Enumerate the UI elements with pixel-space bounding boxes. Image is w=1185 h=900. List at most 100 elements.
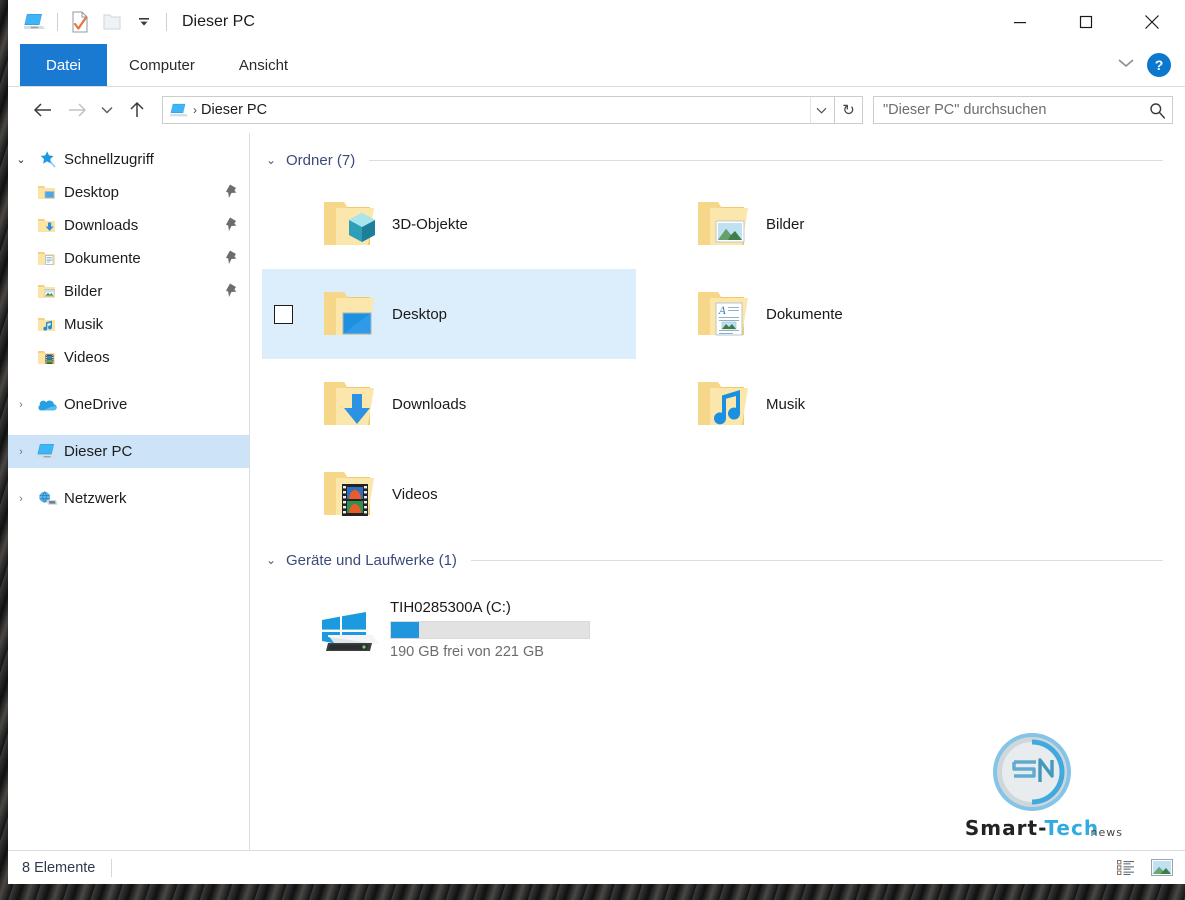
file-label: Musik [766, 395, 806, 413]
file-tile-musik[interactable]: Musik [636, 359, 1010, 449]
file-tile-videos[interactable]: Videos [262, 449, 636, 539]
file-explorer-window: Dieser PC Datei Computer Ansicht ? › Die… [8, 0, 1185, 884]
window-controls [987, 0, 1185, 44]
sidebar-item-downloads[interactable]: Downloads [8, 209, 249, 242]
sidebar-item-musik[interactable]: Musik [8, 308, 249, 341]
file-tile-desktop[interactable]: Desktop [262, 269, 636, 359]
file-tile-bilder[interactable]: Bilder [636, 179, 1010, 269]
chevron-down-icon[interactable]: ⌄ [8, 153, 34, 166]
sidebar-item-label: OneDrive [64, 396, 128, 413]
sidebar-item-videos[interactable]: Videos [8, 341, 249, 374]
chevron-down-icon[interactable]: ⌄ [264, 553, 278, 567]
new-folder-icon[interactable] [97, 7, 127, 37]
pin-icon[interactable] [225, 216, 239, 236]
search-box[interactable] [873, 96, 1173, 124]
quick-access-toolbar [20, 7, 172, 37]
sidebar-item-bilder[interactable]: Bilder [8, 275, 249, 308]
address-path-box[interactable]: › Dieser PC [162, 96, 835, 124]
breadcrumb-label[interactable]: Dieser PC [201, 102, 267, 118]
recent-locations-button[interactable] [94, 93, 120, 127]
chevron-right-icon[interactable]: › [8, 446, 34, 458]
window-title: Dieser PC [182, 13, 255, 30]
path-dropdown-button[interactable] [810, 97, 832, 123]
sidebar-item-schnellzugriff[interactable]: ⌄ Schnellzugriff [8, 143, 249, 176]
forward-button[interactable] [60, 93, 94, 127]
folder-pictures-icon [678, 196, 764, 252]
sidebar-item-netzwerk[interactable]: › Netzwerk [8, 482, 249, 515]
brand-part1: Smart- [964, 816, 1045, 840]
sidebar-item-label: Musik [64, 316, 104, 333]
sidebar-item-desktop[interactable]: Desktop [8, 176, 249, 209]
star-pin-icon [34, 150, 60, 169]
svg-text:A: A [718, 306, 726, 317]
sidebar-item-label: Downloads [64, 217, 139, 234]
drive-usage-bar [390, 620, 590, 639]
chevron-right-icon[interactable]: › [8, 493, 34, 505]
address-bar: › Dieser PC ↻ [8, 87, 1185, 133]
qat-title-separator [166, 13, 167, 31]
file-list-pane[interactable]: ⌄ Ordner (7) 3D-Objekte Bilder Desktop A… [250, 133, 1185, 850]
file-label: 3D-Objekte [392, 215, 468, 233]
large-icons-view-icon[interactable] [1149, 856, 1175, 880]
tab-computer[interactable]: Computer [107, 44, 217, 86]
view-mode-buttons [1113, 856, 1175, 880]
chevron-right-icon[interactable]: › [8, 399, 34, 411]
qat-separator [57, 13, 58, 31]
folder-downloads-icon [304, 376, 390, 432]
this-pc-icon[interactable] [20, 7, 50, 37]
pin-icon[interactable] [225, 183, 239, 203]
properties-icon[interactable] [65, 7, 95, 37]
sidebar-item-label: Dokumente [64, 250, 141, 267]
sidebar-item-dieser-pc[interactable]: › Dieser PC [8, 435, 249, 468]
folder-documents-icon [34, 250, 60, 267]
folder-music-icon [34, 316, 60, 333]
file-label: Videos [392, 485, 438, 503]
refresh-button[interactable]: ↻ [835, 96, 863, 124]
folder-videos-icon [304, 466, 390, 522]
drive-info: TIH0285300A (C:) 190 GB frei von 221 GB [390, 599, 590, 660]
windows-drive-icon [304, 599, 390, 659]
group-header-ordner[interactable]: ⌄ Ordner (7) [262, 147, 1185, 173]
tab-ansicht[interactable]: Ansicht [217, 44, 310, 86]
ribbon-right-controls: ? [1117, 44, 1185, 86]
watermark-logo: Smart-Tech news [937, 730, 1127, 840]
close-button[interactable] [1119, 0, 1185, 44]
file-tile-dokumente[interactable]: A Dokumente [636, 269, 1010, 359]
sidebar-item-onedrive[interactable]: › OneDrive [8, 388, 249, 421]
file-tile-3d-objekte[interactable]: 3D-Objekte [262, 179, 636, 269]
drive-tile-c[interactable]: TIH0285300A (C:) 190 GB frei von 221 GB [262, 583, 662, 675]
this-pc-icon [34, 443, 60, 460]
file-tile-downloads[interactable]: Downloads [262, 359, 636, 449]
network-icon [34, 490, 60, 508]
group-rule [369, 159, 1163, 161]
group-rule [470, 559, 1163, 561]
drive-usage-fill [391, 621, 419, 638]
sidebar-item-label: Schnellzugriff [64, 151, 154, 168]
this-pc-icon [170, 103, 189, 118]
minimize-button[interactable] [987, 0, 1053, 44]
pin-icon[interactable] [225, 249, 239, 269]
maximize-button[interactable] [1053, 0, 1119, 44]
group-header-geraete[interactable]: ⌄ Geräte und Laufwerke (1) [262, 547, 1185, 573]
sidebar-item-label: Dieser PC [64, 443, 133, 460]
search-input[interactable] [883, 102, 1149, 118]
help-button[interactable]: ? [1147, 53, 1171, 77]
search-icon[interactable] [1149, 102, 1166, 119]
navigation-pane[interactable]: ⌄ Schnellzugriff Desktop Downloads Dokum… [8, 133, 250, 850]
chevron-down-icon[interactable]: ⌄ [264, 153, 278, 167]
chevron-down-icon[interactable] [1117, 56, 1135, 74]
details-view-icon[interactable] [1113, 856, 1139, 880]
sidebar-item-dokumente[interactable]: Dokumente [8, 242, 249, 275]
customize-qat-icon[interactable] [129, 7, 159, 37]
status-item-count: 8 Elemente [22, 859, 96, 876]
back-button[interactable] [26, 93, 60, 127]
tab-datei[interactable]: Datei [20, 44, 108, 86]
breadcrumb[interactable]: › Dieser PC [170, 102, 810, 118]
brand-part2: Tech [1044, 816, 1100, 840]
file-checkbox[interactable] [273, 304, 293, 324]
folder-desktop-icon [304, 286, 390, 342]
up-button[interactable] [120, 93, 154, 127]
breadcrumb-separator: › [193, 103, 197, 117]
pin-icon[interactable] [225, 282, 239, 302]
drive-name: TIH0285300A (C:) [390, 598, 511, 616]
